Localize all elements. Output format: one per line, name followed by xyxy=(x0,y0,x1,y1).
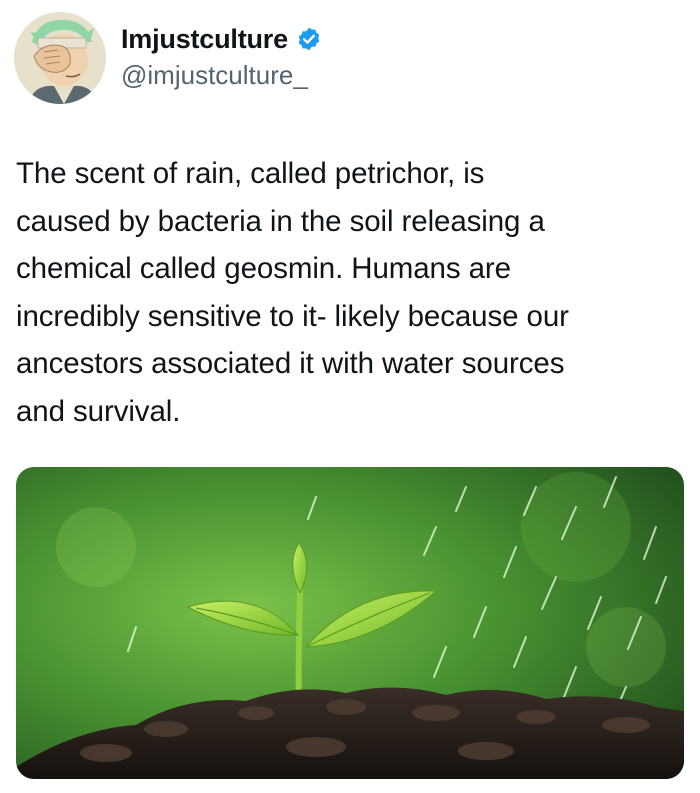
author-name-row[interactable]: Imjustculture xyxy=(121,22,322,56)
avatar[interactable] xyxy=(14,12,106,104)
seedling-rain-photo xyxy=(16,467,684,779)
avatar-image xyxy=(14,12,106,104)
display-name[interactable]: Imjustculture xyxy=(121,24,288,55)
tweet-media-image[interactable] xyxy=(16,467,684,779)
user-handle[interactable]: @imjustculture_ xyxy=(121,60,308,91)
tweet-card[interactable]: Imjustculture @imjustculture_ The scent … xyxy=(0,0,700,793)
tweet-text: The scent of rain, called petrichor, is … xyxy=(16,157,569,428)
verified-badge-icon xyxy=(296,26,322,52)
